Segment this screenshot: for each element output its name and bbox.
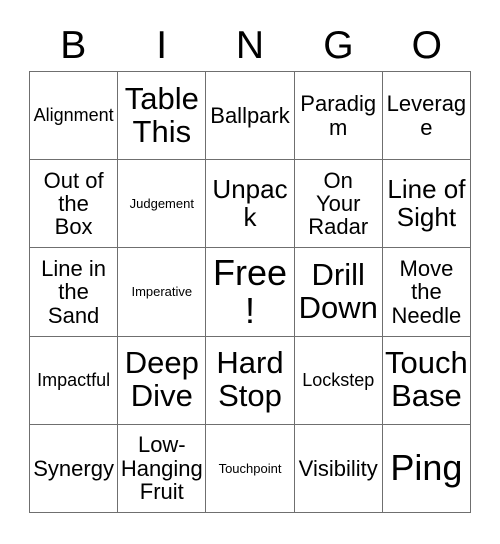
bingo-cell[interactable]: Judgement (118, 160, 207, 249)
bingo-grid: Alignment Table This Ballpark Paradigm L… (29, 71, 472, 514)
bingo-cell[interactable]: Ping (382, 424, 472, 514)
bingo-cell[interactable]: Hard Stop (206, 336, 295, 425)
bingo-cell-label: Touchpoint (218, 460, 282, 476)
bingo-cell[interactable]: Line of Sight (382, 160, 472, 249)
bingo-cell-label: Free! (212, 251, 288, 331)
bingo-row: Synergy Low- Hanging Fruit Touchpoint Vi… (30, 424, 472, 514)
bingo-cell[interactable]: Touchpoint (206, 424, 295, 514)
bingo-cell[interactable]: Impactful (30, 336, 119, 425)
header-letter-n: N (235, 23, 265, 67)
bingo-cell[interactable]: Low- Hanging Fruit (118, 424, 207, 514)
bingo-row: Out of the Box Judgement Unpack On Your … (30, 160, 472, 249)
bingo-cell-label: Judgement (129, 195, 194, 211)
bingo-cell-label: Deep Dive (124, 345, 199, 414)
bingo-cell[interactable]: Lockstep (294, 336, 383, 425)
bingo-cell[interactable]: Visibility (294, 424, 383, 514)
bingo-cell[interactable]: Touch Base (382, 336, 472, 425)
bingo-cell-label: Drill Down (298, 257, 378, 325)
bingo-row: Alignment Table This Ballpark Paradigm L… (30, 72, 472, 161)
header-letter-b: B (60, 23, 87, 67)
bingo-cell[interactable]: Unpack (206, 160, 295, 249)
bingo-row: Line in the Sand Imperative Free! Drill … (30, 248, 472, 337)
bingo-cell-label: Imperative (131, 284, 193, 300)
bingo-cell-label: Visibility (298, 455, 378, 481)
bingo-cell-label: Paradigm (300, 91, 377, 140)
bingo-cell[interactable]: Ballpark (206, 72, 295, 161)
bingo-header: B I N G O (29, 19, 471, 71)
bingo-cell[interactable]: Synergy (30, 424, 119, 514)
bingo-cell[interactable]: Out of the Box (30, 160, 119, 249)
header-letter-i: I (156, 23, 168, 67)
bingo-cell[interactable]: Drill Down (294, 248, 383, 337)
bingo-cell-free[interactable]: Free! (206, 248, 295, 337)
bingo-cell[interactable]: Line in the Sand (30, 248, 119, 337)
bingo-row: Impactful Deep Dive Hard Stop Lockstep T… (30, 336, 472, 425)
header-letter-o: O (411, 23, 442, 67)
bingo-cell-label: Touch Base (385, 345, 468, 414)
bingo-cell-label: Alignment (33, 105, 114, 126)
bingo-cell-label: Low- Hanging Fruit (120, 432, 203, 505)
bingo-cell-label: Impactful (37, 369, 111, 390)
bingo-cell-label: Leverage (386, 91, 467, 140)
bingo-cell[interactable]: Table This (118, 72, 207, 161)
bingo-cell-label: On Your Radar (308, 167, 369, 240)
bingo-cell[interactable]: Paradigm (294, 72, 383, 161)
bingo-cell[interactable]: Move the Needle (382, 248, 472, 337)
bingo-cell-label: Line in the Sand (41, 256, 107, 328)
bingo-cell-label: Hard Stop (216, 345, 284, 414)
bingo-cell-label: Table This (124, 80, 199, 149)
bingo-cell-label: Ping (390, 447, 463, 489)
bingo-cell[interactable]: Leverage (382, 72, 472, 161)
bingo-card: B I N G O Alignment Table This Ballpark … (0, 0, 500, 544)
bingo-cell[interactable]: Alignment (30, 72, 119, 161)
bingo-cell-label: Out of the Box (43, 167, 104, 240)
bingo-cell[interactable]: Imperative (118, 248, 207, 337)
bingo-cell[interactable]: On Your Radar (294, 160, 383, 249)
header-letter-g: G (323, 23, 354, 67)
bingo-cell-label: Synergy (33, 455, 114, 481)
bingo-cell-label: Lockstep (302, 369, 375, 390)
bingo-cell-label: Move the Needle (391, 256, 462, 328)
bingo-cell[interactable]: Deep Dive (118, 336, 207, 425)
bingo-cell-label: Line of Sight (387, 174, 466, 232)
bingo-cell-label: Unpack (212, 174, 288, 232)
bingo-cell-label: Ballpark (210, 102, 290, 128)
